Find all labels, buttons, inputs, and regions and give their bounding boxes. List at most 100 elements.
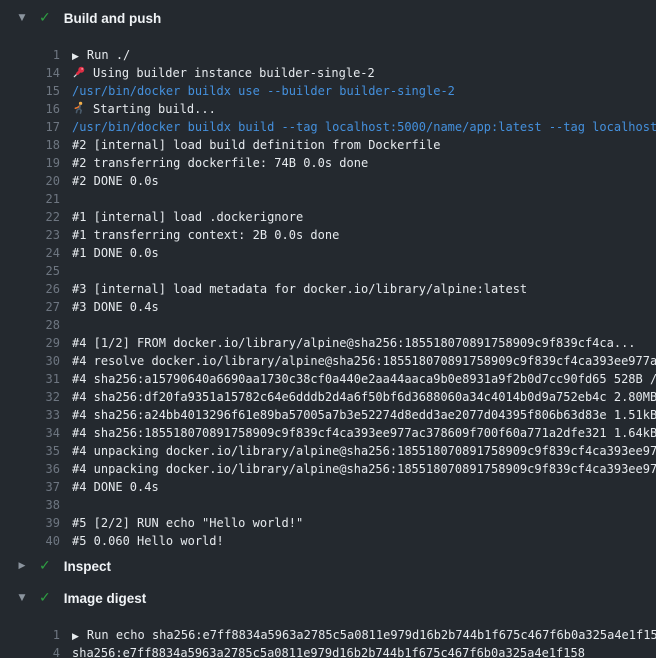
line-number-link[interactable]: 24 bbox=[0, 244, 60, 262]
line-number-link[interactable]: 18 bbox=[0, 136, 60, 154]
log-line: 24 #1 DONE 0.0s bbox=[0, 244, 656, 262]
log-line: 25 bbox=[0, 262, 656, 280]
section-header-build-and-push[interactable]: ▼✓Build and push bbox=[0, 2, 656, 34]
log-line: 4 sha256:e7ff8834a5963a2785c5a0811e979d16… bbox=[0, 644, 656, 658]
log-text: sha256:e7ff8834a5963a2785c5a0811e979d16b… bbox=[60, 644, 585, 658]
line-number-link[interactable]: 40 bbox=[0, 532, 60, 550]
log-text-content: #4 unpacking docker.io/library/alpine@sh… bbox=[72, 462, 656, 476]
log-text bbox=[60, 262, 72, 280]
log-line: 17/usr/bin/docker buildx build --tag loc… bbox=[0, 118, 656, 136]
log-line: 1▶Run ./ bbox=[0, 46, 656, 64]
log-line: 33#4 sha256:a24bb4013296f61e89ba57005a7b… bbox=[0, 406, 656, 424]
log-line: 16 Starting build... bbox=[0, 100, 656, 118]
log-text-content: #4 sha256:a15790640a6690aa1730c38cf0a440… bbox=[72, 372, 656, 386]
line-number-link[interactable]: 19 bbox=[0, 154, 60, 172]
group-expander-icon[interactable]: ▶ bbox=[72, 48, 79, 65]
log-text: #3 DONE 0.4s bbox=[60, 298, 159, 316]
section-header-inspect[interactable]: ▶✓Inspect bbox=[0, 550, 656, 582]
line-number-link[interactable]: 31 bbox=[0, 370, 60, 388]
check-icon: ✓ bbox=[39, 10, 51, 26]
log-text-content: #2 transferring dockerfile: 74B 0.0s don… bbox=[72, 156, 368, 170]
log-text: #1 [internal] load .dockerignore bbox=[60, 208, 303, 226]
check-icon: ✓ bbox=[39, 558, 51, 574]
log-text-content: #4 [1/2] FROM docker.io/library/alpine@s… bbox=[72, 336, 636, 350]
log-text bbox=[60, 190, 72, 208]
log-text: #5 0.060 Hello world! bbox=[60, 532, 224, 550]
line-number-link[interactable]: 38 bbox=[0, 496, 60, 514]
line-number-link[interactable]: 32 bbox=[0, 388, 60, 406]
pushpin-icon bbox=[72, 65, 86, 79]
line-number-link[interactable]: 30 bbox=[0, 352, 60, 370]
line-number-link[interactable]: 36 bbox=[0, 460, 60, 478]
line-number-link[interactable]: 1 bbox=[0, 626, 60, 644]
line-number-link[interactable]: 26 bbox=[0, 280, 60, 298]
actions-log-viewer: ▼✓Build and push1▶Run ./14Using builder … bbox=[0, 0, 656, 658]
log-text: #4 sha256:185518070891758909c9f839cf4ca3… bbox=[60, 424, 656, 442]
log-text-content: #3 [internal] load metadata for docker.i… bbox=[72, 282, 527, 296]
log-text-content: #4 unpacking docker.io/library/alpine@sh… bbox=[72, 444, 656, 458]
log-line: 37#4 DONE 0.4s bbox=[0, 478, 656, 496]
log-line: 18 #2 [internal] load build definition fr… bbox=[0, 136, 656, 154]
log-line: 35 #4 unpacking docker.io/library/alpine@… bbox=[0, 442, 656, 460]
log-text: #4 resolve docker.io/library/alpine@sha2… bbox=[60, 352, 656, 370]
chevron-down-icon: ▼ bbox=[16, 593, 28, 603]
line-number-link[interactable]: 15 bbox=[0, 82, 60, 100]
log-line: 28 bbox=[0, 316, 656, 334]
log-text: #5 [2/2] RUN echo "Hello world!" bbox=[60, 514, 303, 532]
line-number-link[interactable]: 16 bbox=[0, 100, 60, 118]
section-header-image-digest[interactable]: ▼✓Image digest bbox=[0, 582, 656, 614]
log-text-content: /usr/bin/docker buildx use --builder bui… bbox=[72, 84, 455, 98]
group-expander-icon[interactable]: ▶ bbox=[72, 628, 79, 645]
line-number-link[interactable]: 29 bbox=[0, 334, 60, 352]
log-text-content: #2 [internal] load build definition from… bbox=[72, 138, 440, 152]
runner-icon bbox=[72, 101, 86, 115]
log-line: 32#4 sha256:df20fa9351a15782c64e6dddb2d4… bbox=[0, 388, 656, 406]
log-text: #2 transferring dockerfile: 74B 0.0s don… bbox=[60, 154, 368, 172]
line-number-link[interactable]: 39 bbox=[0, 514, 60, 532]
log-text-content: #3 DONE 0.4s bbox=[72, 300, 159, 314]
log-line: 38 bbox=[0, 496, 656, 514]
log-line: 31 #4 sha256:a15790640a6690aa1730c38cf0a4… bbox=[0, 370, 656, 388]
log-line: 36 #4 unpacking docker.io/library/alpine@… bbox=[0, 460, 656, 478]
log-text: Starting build... bbox=[60, 100, 216, 118]
log-text: #1 transferring context: 2B 0.0s done bbox=[60, 226, 339, 244]
line-number-link[interactable]: 33 bbox=[0, 406, 60, 424]
line-number-link[interactable]: 22 bbox=[0, 208, 60, 226]
line-number-link[interactable]: 35 bbox=[0, 442, 60, 460]
log-line: 30 #4 resolve docker.io/library/alpine@sh… bbox=[0, 352, 656, 370]
line-number-link[interactable]: 1 bbox=[0, 46, 60, 64]
chevron-right-icon: ▶ bbox=[16, 561, 28, 571]
log-text-content: Starting build... bbox=[93, 102, 216, 116]
log-text-content: #2 DONE 0.0s bbox=[72, 174, 159, 188]
log-text-content: #1 DONE 0.0s bbox=[72, 246, 159, 260]
log-line: 23#1 transferring context: 2B 0.0s done bbox=[0, 226, 656, 244]
line-number-link[interactable]: 37 bbox=[0, 478, 60, 496]
log-text: Using builder instance builder-single-2 bbox=[60, 64, 375, 82]
line-number-link[interactable]: 23 bbox=[0, 226, 60, 244]
check-icon: ✓ bbox=[39, 590, 51, 606]
line-number-link[interactable]: 27 bbox=[0, 298, 60, 316]
log-line: 14Using builder instance builder-single-… bbox=[0, 64, 656, 82]
log-line: 29 #4 [1/2] FROM docker.io/library/alpine… bbox=[0, 334, 656, 352]
line-number-link[interactable]: 28 bbox=[0, 316, 60, 334]
line-number-link[interactable]: 17 bbox=[0, 118, 60, 136]
log-text: #4 unpacking docker.io/library/alpine@sh… bbox=[60, 442, 656, 460]
line-number-link[interactable]: 34 bbox=[0, 424, 60, 442]
log-text bbox=[60, 496, 72, 514]
log-line: 21 bbox=[0, 190, 656, 208]
log-text: /usr/bin/docker buildx build --tag local… bbox=[60, 118, 656, 136]
log-line: 26 #3 [internal] load metadata for docker… bbox=[0, 280, 656, 298]
log-text-content: #4 sha256:185518070891758909c9f839cf4ca3… bbox=[72, 426, 656, 440]
log-block-build-and-push: 1▶Run ./14Using builder instance builder… bbox=[0, 34, 656, 550]
log-text: #4 sha256:df20fa9351a15782c64e6dddb2d4a6… bbox=[60, 388, 656, 406]
line-number-link[interactable]: 21 bbox=[0, 190, 60, 208]
log-line: 19 #2 transferring dockerfile: 74B 0.0s d… bbox=[0, 154, 656, 172]
log-text-content: sha256:e7ff8834a5963a2785c5a0811e979d16b… bbox=[72, 646, 585, 658]
line-number-link[interactable]: 4 bbox=[0, 644, 60, 658]
line-number-link[interactable]: 20 bbox=[0, 172, 60, 190]
log-text: #4 [1/2] FROM docker.io/library/alpine@s… bbox=[60, 334, 636, 352]
line-number-link[interactable]: 14 bbox=[0, 64, 60, 82]
log-text-content: Run echo sha256:e7ff8834a5963a2785c5a081… bbox=[87, 628, 656, 642]
log-text-content: #4 resolve docker.io/library/alpine@sha2… bbox=[72, 354, 656, 368]
line-number-link[interactable]: 25 bbox=[0, 262, 60, 280]
